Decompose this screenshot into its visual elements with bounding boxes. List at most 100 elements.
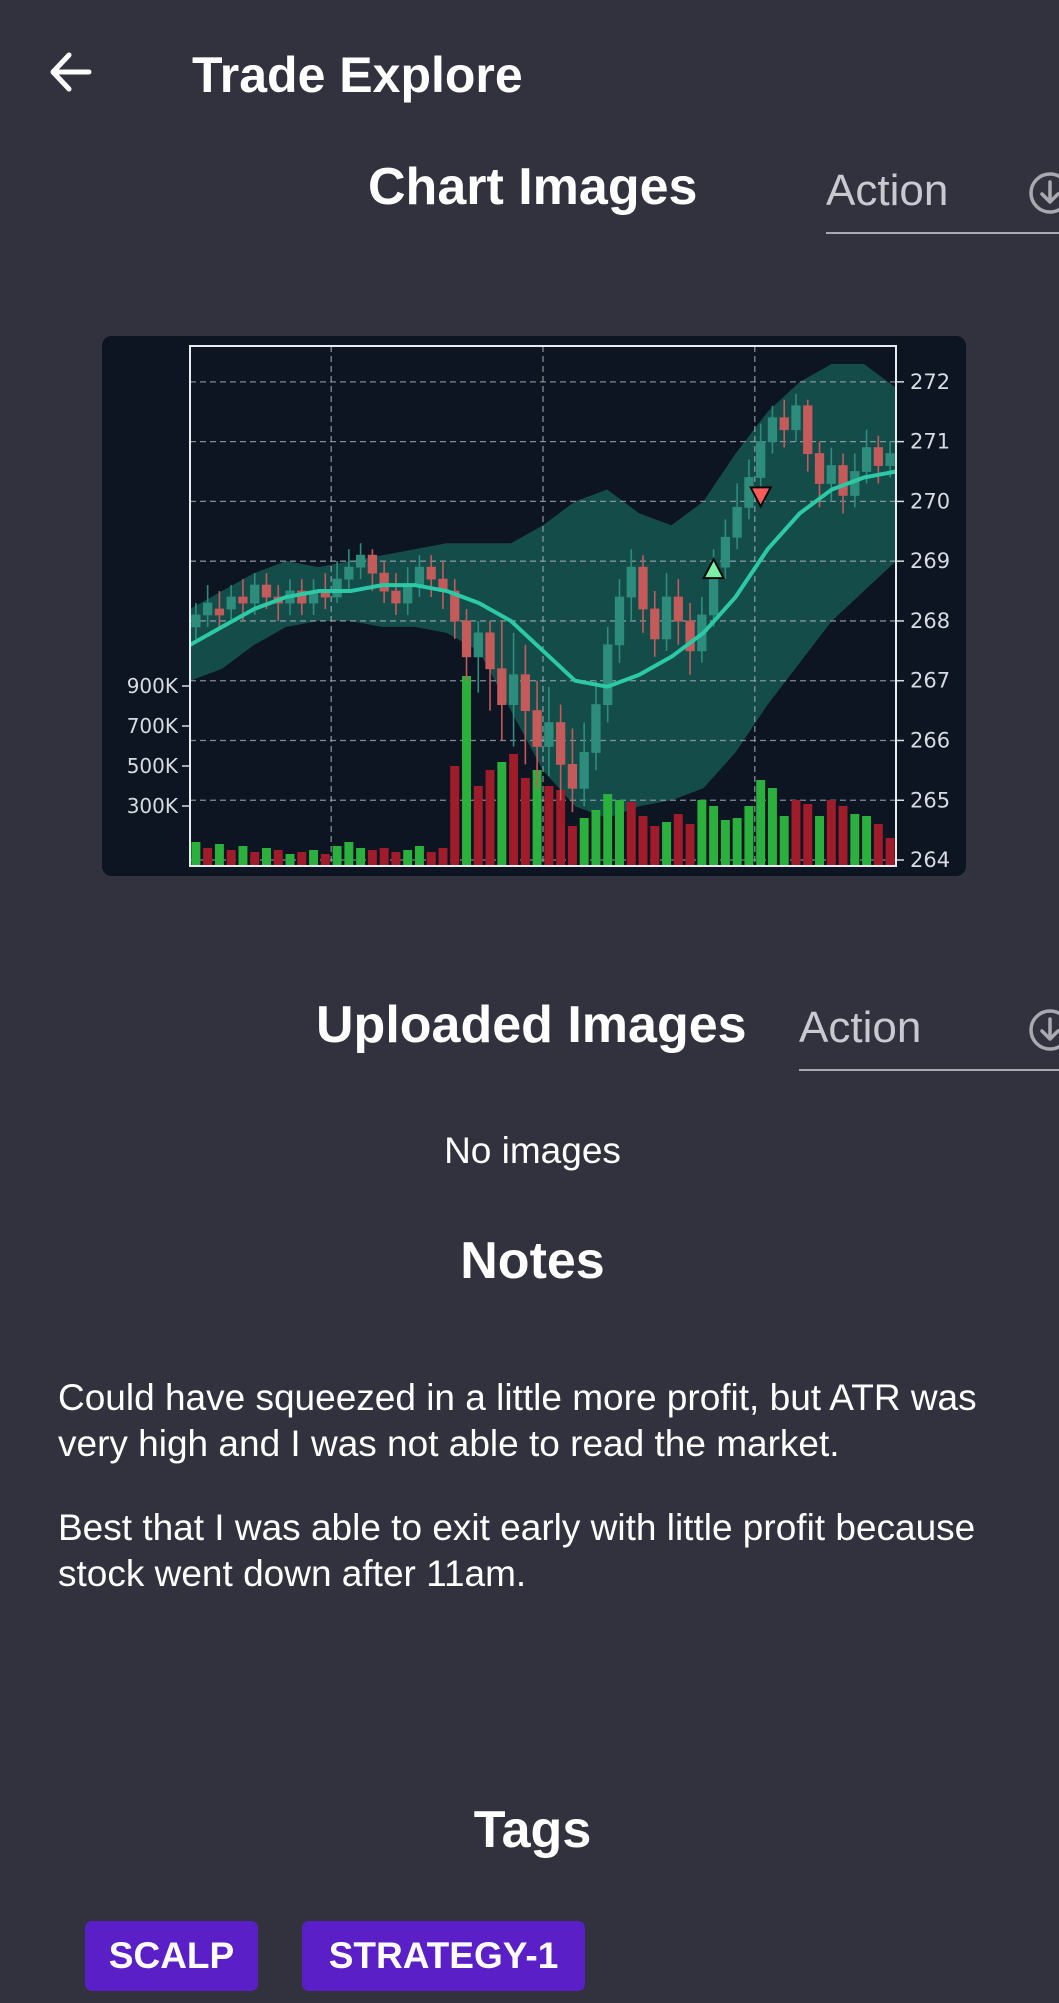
candle-up bbox=[885, 453, 895, 466]
volume-bar bbox=[250, 852, 260, 866]
uploaded-images-heading: Uploaded Images bbox=[316, 996, 747, 1054]
candle-up bbox=[626, 566, 636, 598]
candle-up bbox=[744, 477, 754, 508]
candle-down bbox=[214, 608, 225, 616]
tags-heading: Tags bbox=[473, 1801, 592, 1859]
volume-bar bbox=[379, 848, 389, 866]
volume-bar bbox=[485, 770, 495, 866]
candle-up bbox=[661, 596, 672, 640]
volume-bar bbox=[320, 854, 330, 866]
candle-down bbox=[873, 447, 883, 466]
candle-down bbox=[556, 722, 566, 765]
volume-bar bbox=[756, 780, 766, 866]
volume-bar bbox=[426, 852, 436, 866]
candle-up bbox=[756, 441, 766, 478]
volume-bar bbox=[791, 800, 801, 866]
candle-down bbox=[379, 572, 389, 592]
candle-up bbox=[614, 596, 625, 646]
volume-bar bbox=[497, 762, 507, 866]
notes-heading: Notes bbox=[460, 1232, 605, 1290]
arrow-left-icon bbox=[50, 52, 92, 92]
chart-image[interactable]: 272 271 270 269 268 267 266 265 264 900K 700K 500K 3… bbox=[102, 336, 966, 876]
volume-bar bbox=[873, 824, 883, 866]
volume-tick-label: 900K bbox=[127, 674, 179, 698]
candle-up bbox=[191, 614, 201, 628]
volume-bar bbox=[473, 786, 483, 866]
notes-body: Could have squeezed in a little more pro… bbox=[58, 1375, 1018, 1635]
volume-bar bbox=[262, 848, 271, 866]
volume-bar bbox=[191, 842, 201, 866]
candlestick-chart: 272 271 270 269 268 267 266 265 264 900K 700K 500K 3… bbox=[102, 336, 966, 876]
volume-bar bbox=[414, 846, 424, 866]
candle-up bbox=[203, 602, 213, 616]
volume-bar bbox=[438, 848, 448, 866]
volume-bar bbox=[732, 818, 742, 866]
candle-up bbox=[720, 536, 731, 568]
y-tick-label: 268 bbox=[910, 609, 950, 633]
y-tick-label: 264 bbox=[910, 848, 950, 872]
candle-down bbox=[532, 710, 542, 747]
uploaded-action-label: Action bbox=[799, 1003, 922, 1052]
volume-bar bbox=[297, 852, 307, 866]
volume-bar bbox=[603, 794, 613, 866]
volume-bar bbox=[638, 816, 648, 866]
candle-up bbox=[403, 584, 413, 604]
volume-bar bbox=[673, 814, 683, 866]
candle-down bbox=[567, 763, 578, 789]
candle-up bbox=[344, 566, 354, 580]
volume-bar bbox=[650, 826, 660, 866]
chart-action-select[interactable]: Action bbox=[826, 150, 1059, 234]
tag-chip[interactable]: STRATEGY-1 bbox=[302, 1921, 585, 1991]
uploaded-action-select[interactable]: Action bbox=[799, 987, 1059, 1071]
volume-bar bbox=[273, 850, 283, 866]
page-title: Trade Explore bbox=[192, 47, 523, 103]
volume-tick-label: 300K bbox=[127, 794, 179, 818]
y-tick-label: 266 bbox=[910, 728, 950, 752]
candle-down bbox=[814, 453, 825, 484]
volume-bar bbox=[544, 786, 554, 866]
chart-action-label: Action bbox=[826, 166, 949, 215]
candle-down bbox=[520, 674, 530, 711]
candle-down bbox=[426, 566, 436, 580]
volume-bar bbox=[391, 852, 401, 866]
volume-bar bbox=[826, 800, 836, 866]
candle-down bbox=[497, 668, 507, 706]
volume-bar bbox=[838, 806, 848, 866]
download-circle-icon bbox=[1029, 172, 1059, 214]
candle-down bbox=[391, 590, 401, 604]
candle-down bbox=[650, 608, 660, 640]
candle-up bbox=[250, 584, 260, 604]
volume-bar bbox=[685, 824, 695, 866]
volume-bar bbox=[203, 848, 213, 866]
volume-bar bbox=[403, 850, 413, 866]
volume-bar bbox=[579, 818, 589, 866]
volume-bar bbox=[332, 846, 342, 866]
volume-bar bbox=[509, 754, 519, 866]
volume-bar bbox=[367, 850, 377, 866]
volume-bar bbox=[214, 844, 224, 866]
candle-up bbox=[414, 566, 425, 586]
volume-bar bbox=[885, 838, 895, 866]
candle-down bbox=[485, 632, 495, 670]
volume-bar bbox=[556, 790, 566, 866]
volume-bar bbox=[238, 846, 248, 866]
candle-up bbox=[767, 417, 778, 443]
volume-tick-label: 700K bbox=[127, 714, 179, 738]
y-tick-label: 272 bbox=[910, 370, 950, 394]
candle-up bbox=[355, 554, 366, 568]
volume-bar bbox=[744, 806, 754, 866]
back-button[interactable] bbox=[40, 42, 100, 102]
y-tick-label: 269 bbox=[910, 549, 950, 573]
volume-bar bbox=[567, 826, 577, 866]
volume-bar bbox=[662, 822, 672, 866]
volume-bar bbox=[862, 816, 872, 866]
y-tick-label: 271 bbox=[910, 430, 950, 454]
tag-chip[interactable]: SCALP bbox=[85, 1921, 258, 1991]
volume-bar bbox=[697, 800, 707, 866]
candle-up bbox=[473, 632, 483, 658]
note-paragraph: Could have squeezed in a little more pro… bbox=[58, 1377, 977, 1464]
volume-bar bbox=[850, 814, 860, 866]
candle-up bbox=[591, 704, 601, 753]
candle-down bbox=[779, 417, 789, 431]
candle-up bbox=[332, 578, 342, 598]
